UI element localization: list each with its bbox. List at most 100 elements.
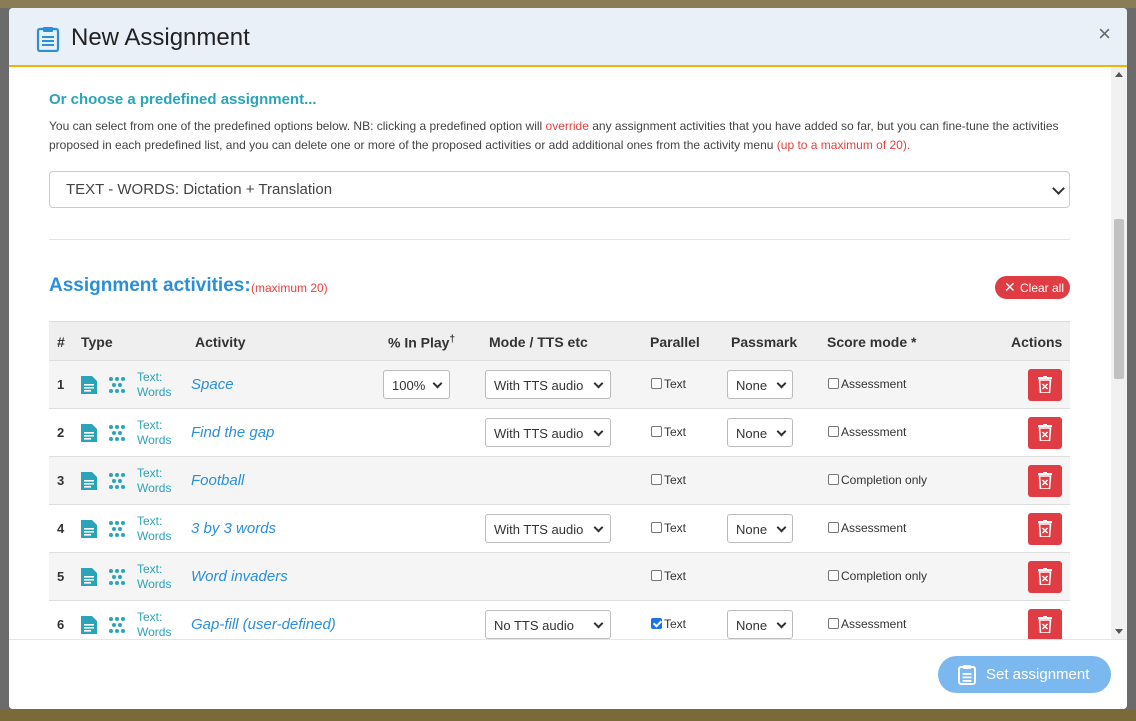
- col-passmark: Passmark: [731, 334, 798, 350]
- mode-select[interactable]: With TTS audio: [485, 370, 611, 399]
- col-type: Type: [81, 334, 113, 350]
- chevron-down-icon: [776, 378, 787, 389]
- delete-button[interactable]: [1028, 609, 1062, 639]
- col-activity: Activity: [195, 334, 246, 350]
- score-mode-checkbox[interactable]: Assessment: [828, 521, 906, 535]
- table-row: 1 Text: Words Space 100% With TTS audio Text No…: [49, 361, 1070, 409]
- type-label: Text: Words: [137, 562, 172, 591]
- table-row: 4 Text: Words 3 by 3 words With TTS audio Tex…: [49, 505, 1070, 553]
- predefined-assignment-select[interactable]: TEXT - WORDS: Dictation + Translation: [49, 171, 1070, 208]
- close-icon: ✕: [1004, 279, 1016, 295]
- score-mode-checkbox[interactable]: Assessment: [828, 425, 906, 439]
- score-mode-checkbox[interactable]: Completion only: [828, 569, 927, 583]
- modal-title: New Assignment: [71, 24, 250, 51]
- activities-table: # Type Activity % In Play† Mode / TTS et…: [49, 321, 1070, 639]
- delete-button[interactable]: [1028, 369, 1062, 401]
- delete-button[interactable]: [1028, 513, 1062, 545]
- mode-select[interactable]: No TTS audio: [485, 610, 611, 639]
- clipboard-icon: [36, 26, 60, 53]
- trash-icon: [1038, 424, 1052, 441]
- chevron-down-icon: [593, 378, 604, 389]
- mode-select[interactable]: With TTS audio: [485, 514, 611, 543]
- maximum-text: (up to a maximum of 20).: [776, 138, 911, 152]
- dots-grid-icon: [108, 424, 126, 442]
- trash-icon: [1038, 616, 1052, 633]
- document-icon: [80, 615, 98, 635]
- parallel-checkbox[interactable]: Text: [651, 473, 686, 487]
- clear-all-button[interactable]: ✕ Clear all: [995, 276, 1070, 299]
- activity-link[interactable]: Find the gap: [191, 424, 274, 441]
- chevron-down-icon: [776, 426, 787, 437]
- modal-footer: Set assignment: [9, 639, 1127, 709]
- predefined-select-value: TEXT - WORDS: Dictation + Translation: [66, 181, 333, 198]
- parallel-checkbox[interactable]: Text: [651, 569, 686, 583]
- parallel-checkbox[interactable]: Text: [651, 425, 686, 439]
- table-row: 3 Text: Words Football Text Completion only: [49, 457, 1070, 505]
- scroll-thumb[interactable]: [1114, 219, 1124, 379]
- row-number: 2: [57, 425, 65, 440]
- col-in-play: % In Play†: [388, 334, 456, 351]
- override-text: override: [545, 119, 589, 133]
- chevron-down-icon: [593, 618, 604, 629]
- type-label: Text: Words: [137, 370, 172, 399]
- modal-body: Or choose a predefined assignment... You…: [9, 67, 1111, 639]
- dots-grid-icon: [108, 520, 126, 538]
- trash-icon: [1038, 472, 1052, 489]
- chevron-down-icon: [776, 618, 787, 629]
- passmark-select[interactable]: None: [727, 514, 793, 543]
- score-mode-checkbox[interactable]: Assessment: [828, 377, 906, 391]
- set-assignment-label: Set assignment: [986, 666, 1090, 683]
- activity-link[interactable]: Football: [191, 472, 244, 489]
- document-icon: [80, 567, 98, 587]
- set-assignment-button[interactable]: Set assignment: [938, 656, 1111, 693]
- scrollbar[interactable]: [1111, 67, 1127, 639]
- chevron-down-icon: [1052, 182, 1065, 195]
- delete-button[interactable]: [1028, 417, 1062, 449]
- document-icon: [80, 519, 98, 539]
- scroll-up-arrow-icon[interactable]: [1115, 72, 1123, 77]
- row-number: 1: [57, 377, 65, 392]
- mode-select[interactable]: With TTS audio: [485, 418, 611, 447]
- dots-grid-icon: [108, 376, 126, 394]
- row-number: 6: [57, 617, 65, 632]
- row-number: 5: [57, 569, 65, 584]
- trash-icon: [1038, 520, 1052, 537]
- activities-heading: Assignment activities:: [49, 275, 251, 296]
- col-score-mode: Score mode *: [827, 334, 917, 350]
- predefined-heading: Or choose a predefined assignment...: [49, 91, 317, 108]
- page-backdrop-bottom: [0, 709, 1136, 721]
- score-mode-checkbox[interactable]: Assessment: [828, 617, 906, 631]
- chevron-down-icon: [593, 426, 604, 437]
- activity-link[interactable]: Gap-fill (user-defined): [191, 616, 336, 633]
- chevron-down-icon: [593, 522, 604, 533]
- col-actions: Actions: [1011, 334, 1063, 350]
- in-play-select[interactable]: 100%: [383, 370, 450, 399]
- document-icon: [80, 423, 98, 443]
- activity-link[interactable]: Word invaders: [191, 568, 288, 585]
- delete-button[interactable]: [1028, 561, 1062, 593]
- type-label: Text: Words: [137, 514, 172, 543]
- col-mode: Mode / TTS etc: [489, 334, 588, 350]
- divider: [49, 239, 1070, 240]
- score-mode-checkbox[interactable]: Completion only: [828, 473, 927, 487]
- parallel-checkbox[interactable]: Text: [651, 521, 686, 535]
- parallel-checkbox[interactable]: Text: [651, 377, 686, 391]
- activity-link[interactable]: 3 by 3 words: [191, 520, 276, 537]
- parallel-checkbox[interactable]: Text: [651, 617, 686, 631]
- type-label: Text: Words: [137, 466, 172, 495]
- passmark-select[interactable]: None: [727, 610, 793, 639]
- passmark-select[interactable]: None: [727, 418, 793, 447]
- delete-button[interactable]: [1028, 465, 1062, 497]
- activity-link[interactable]: Space: [191, 376, 234, 393]
- row-number: 4: [57, 521, 65, 536]
- dots-grid-icon: [108, 472, 126, 490]
- table-row: 5 Text: Words Word invaders Text Completion o…: [49, 553, 1070, 601]
- close-icon[interactable]: ×: [1098, 22, 1111, 46]
- dots-grid-icon: [108, 568, 126, 586]
- predefined-description: You can select from one of the predefine…: [49, 119, 1059, 152]
- table-row: 2 Text: Words Find the gap With TTS audio Tex…: [49, 409, 1070, 457]
- activities-maximum: (maximum 20): [251, 281, 328, 295]
- passmark-select[interactable]: None: [727, 370, 793, 399]
- scroll-down-arrow-icon[interactable]: [1115, 629, 1123, 634]
- document-icon: [80, 375, 98, 395]
